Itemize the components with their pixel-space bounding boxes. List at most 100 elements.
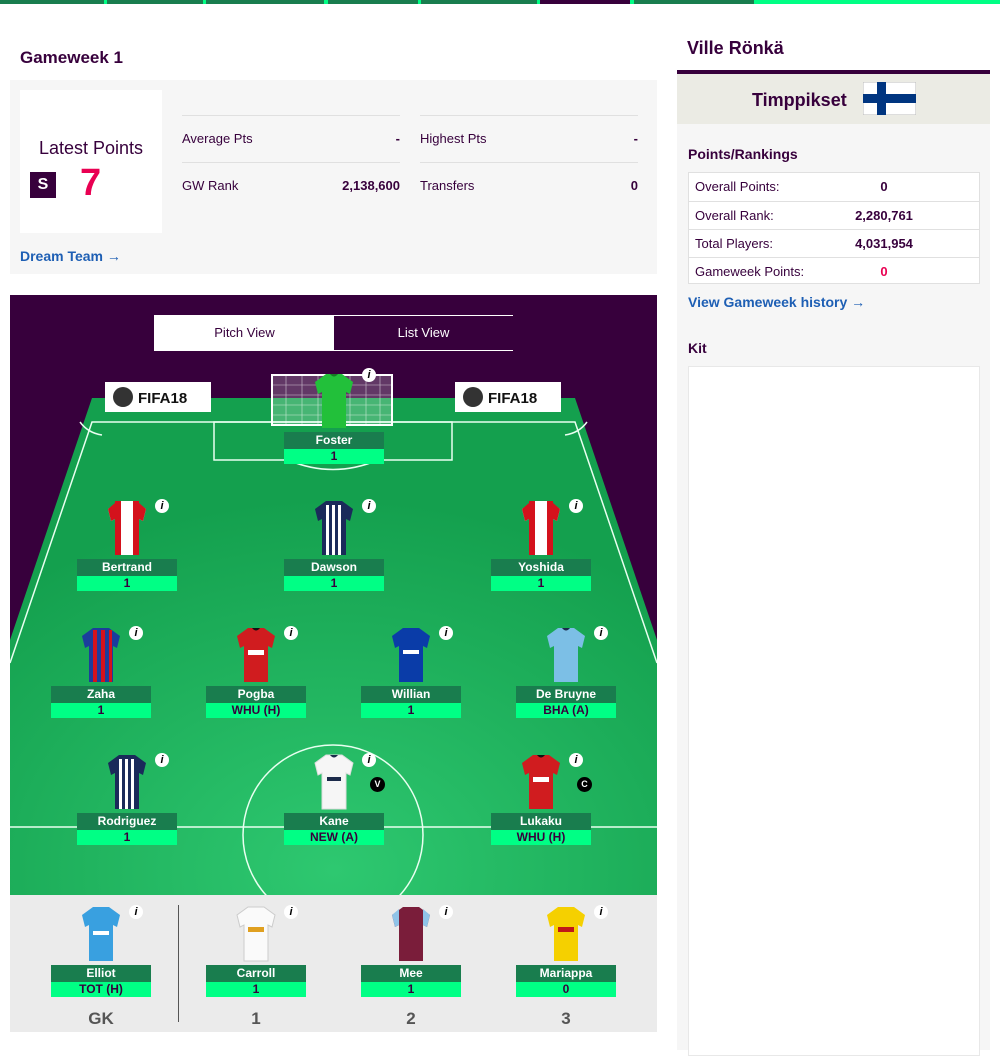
kit-shirt-icon — [236, 906, 276, 962]
stat-gw-rank: GW Rank 2,138,600 — [182, 162, 400, 208]
sponsor-board-left: FIFA18 — [105, 382, 211, 412]
player-fixture: WHU (H) — [491, 830, 591, 845]
stat-highest-pts: Highest Pts - — [420, 115, 638, 161]
kit-heading: Kit — [688, 340, 707, 356]
sponsor-text: FIFA18 — [138, 390, 187, 407]
stat-value: - — [395, 131, 400, 146]
dream-team-link[interactable]: Dream Team → — [20, 248, 121, 264]
stat-value: - — [633, 131, 638, 146]
rankings-label: Overall Rank: — [695, 208, 774, 223]
kit-display — [688, 366, 980, 1056]
stat-label: Average Pts — [182, 131, 253, 146]
stat-value: 0 — [630, 178, 638, 193]
player-info-icon[interactable]: i — [362, 368, 376, 382]
kit-shirt-icon — [108, 755, 146, 809]
team-name: Timppikset — [752, 90, 847, 110]
player-fixture: TOT (H) — [51, 982, 151, 997]
player-info-icon[interactable]: i — [362, 753, 376, 767]
kit-shirt-icon — [237, 628, 275, 682]
progress-segment — [540, 0, 630, 4]
kit-panel: Kit — [677, 320, 990, 1056]
progress-segment — [0, 0, 104, 4]
kit-shirt-icon — [315, 374, 353, 428]
vice-captain-badge: V — [370, 777, 385, 792]
kit-shirt-icon — [547, 628, 585, 682]
gameweek-title: Gameweek 1 — [20, 48, 124, 67]
player-fixture: 1 — [51, 703, 151, 718]
player-fixture: WHU (H) — [206, 703, 306, 718]
player-name: Dawson — [284, 559, 384, 576]
stat-label: Highest Pts — [420, 131, 487, 146]
stat-value: 2,138,600 — [342, 178, 400, 193]
stat-label: Transfers — [420, 178, 475, 193]
player-name: Mee — [361, 965, 461, 982]
player-info-icon[interactable]: i — [284, 905, 298, 919]
bench-position-label: GK — [88, 1009, 114, 1028]
gameweek-history-link[interactable]: View Gameweek history → — [688, 294, 865, 310]
stat-transfers: Transfers 0 — [420, 162, 638, 208]
player-fixture: BHA (A) — [516, 703, 616, 718]
player-fixture: 1 — [77, 830, 177, 845]
progress-segment — [328, 0, 418, 4]
player-info-icon[interactable]: i — [439, 905, 453, 919]
rankings-value: 2,280,761 — [855, 208, 913, 223]
progress-segment — [206, 0, 324, 4]
rankings-table: Overall Points: 0 Overall Rank: 2,280,76… — [688, 172, 980, 284]
player-fixture: 1 — [77, 576, 177, 591]
rankings-value: 0 — [880, 264, 888, 279]
player-name: Carroll — [206, 965, 306, 982]
rankings-row: Overall Rank: 2,280,761 — [689, 201, 979, 229]
finland-flag-icon — [863, 82, 916, 115]
player-name: Yoshida — [491, 559, 591, 576]
player-name: Rodriguez — [77, 813, 177, 830]
player-info-icon[interactable]: i — [155, 499, 169, 513]
top-accent-bar — [0, 0, 1000, 4]
latest-points-card: Latest Points S 7 — [20, 90, 162, 233]
player-info-icon[interactable]: i — [439, 626, 453, 640]
player-fixture: 1 — [284, 576, 384, 591]
player-name: Willian — [361, 686, 461, 703]
player-name: Zaha — [51, 686, 151, 703]
progress-segment — [634, 0, 754, 4]
player-info-icon[interactable]: i — [569, 499, 583, 513]
latest-points-value: 7 — [80, 162, 102, 204]
player-info-icon[interactable]: i — [594, 626, 608, 640]
pitch-view-tab[interactable]: Pitch View — [155, 316, 334, 350]
player-fixture: 1 — [491, 576, 591, 591]
player-info-icon[interactable]: i — [362, 499, 376, 513]
kit-shirt-icon — [82, 628, 120, 682]
player-name: Bertrand — [77, 559, 177, 576]
kit-shirt-icon — [315, 501, 353, 555]
player-info-icon[interactable]: i — [129, 626, 143, 640]
player-name: Foster — [284, 432, 384, 449]
player-fixture: 1 — [284, 449, 384, 464]
bench-position-label: 2 — [406, 1009, 416, 1028]
player-info-icon[interactable]: i — [155, 753, 169, 767]
player-name: Pogba — [206, 686, 306, 703]
player-fixture: NEW (A) — [284, 830, 384, 845]
player-info-icon[interactable]: i — [284, 626, 298, 640]
player-info-icon[interactable]: i — [594, 905, 608, 919]
progress-segment — [107, 0, 203, 4]
rankings-row: Total Players: 4,031,954 — [689, 229, 979, 257]
view-toggle: Pitch View List View — [154, 315, 513, 351]
stat-label: GW Rank — [182, 178, 239, 193]
player-name: Kane — [284, 813, 384, 830]
list-view-tab[interactable]: List View — [334, 316, 513, 350]
kit-shirt-icon — [547, 907, 585, 961]
team-header: Timppikset — [677, 74, 990, 124]
captain-badge: C — [577, 777, 592, 792]
rankings-value: 4,031,954 — [855, 236, 913, 251]
player-fixture: 0 — [516, 982, 616, 997]
progress-segment — [421, 0, 537, 4]
player-info-icon[interactable]: i — [129, 905, 143, 919]
fpl-logo-icon: S — [30, 172, 56, 198]
rankings-label: Overall Points: — [695, 179, 780, 194]
rankings-panel: Points/Rankings Overall Points: 0 Overal… — [677, 124, 990, 320]
player-info-icon[interactable]: i — [569, 753, 583, 767]
rankings-label: Gameweek Points: — [695, 264, 805, 279]
player-name: Lukaku — [491, 813, 591, 830]
player-name: De Bruyne — [516, 686, 616, 703]
sponsor-text: FIFA18 — [488, 390, 537, 407]
bench-divider — [178, 905, 179, 1022]
